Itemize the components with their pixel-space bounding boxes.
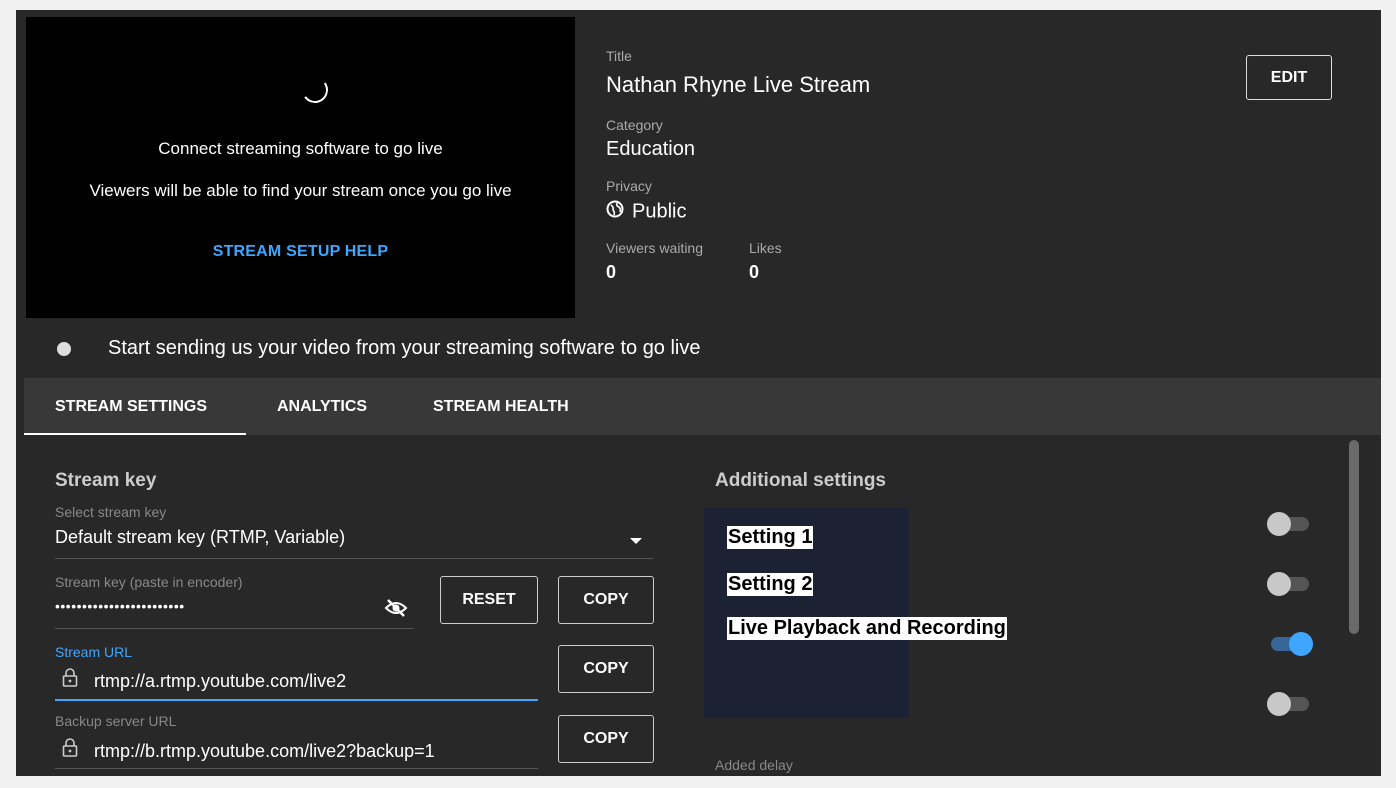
edit-button[interactable]: EDIT [1246,55,1332,100]
privacy-text: Public [632,200,687,223]
preview-message: Connect streaming software to go live [158,139,443,158]
stream-key-underline [55,628,414,629]
backup-url-input[interactable]: rtmp://b.rtmp.youtube.com/live2?backup=1 [94,741,435,762]
lock-icon [62,738,78,763]
lock-icon [62,668,78,693]
setting-1-label: Setting 1 [727,526,814,549]
stream-url-underline [55,699,538,701]
preview-sub-message: Viewers will be able to find your stream… [89,181,512,200]
copy-backup-url-button[interactable]: COPY [558,715,654,763]
tab-analytics[interactable]: ANALYTICS [277,378,367,435]
stream-url-label: Stream URL [55,644,133,660]
setting-1-toggle[interactable] [1267,511,1313,537]
stream-url-input[interactable]: rtmp://a.rtmp.youtube.com/live2 [94,671,346,692]
category-label: Category [606,117,663,133]
copy-stream-url-button[interactable]: COPY [558,645,654,693]
scrollbar-thumb[interactable] [1349,440,1359,634]
active-tab-indicator [24,433,246,435]
tab-stream-settings[interactable]: STREAM SETTINGS [55,378,207,435]
loading-spinner-icon [299,74,331,106]
select-underline [55,558,653,559]
reset-button[interactable]: RESET [440,576,538,624]
setting-4-toggle[interactable] [1267,691,1313,717]
stream-key-heading: Stream key [55,470,157,491]
copy-stream-key-button[interactable]: COPY [558,576,654,624]
stream-key-input[interactable]: •••••••••••••••••••••••• [55,598,185,614]
viewers-waiting-label: Viewers waiting [606,240,704,256]
privacy-label: Privacy [606,178,652,194]
select-stream-key-label: Select stream key [55,504,167,520]
likes-count: 0 [749,262,760,282]
tab-bar: STREAM SETTINGS ANALYTICS STREAM HEALTH [24,378,1381,435]
stream-key-label: Stream key (paste in encoder) [55,574,243,590]
likes-label: Likes [749,240,782,256]
privacy-value: Public [606,200,686,224]
added-delay-label: Added delay [715,757,793,773]
backup-url-underline [55,768,538,769]
status-indicator-icon [57,342,71,356]
live-control-room: Connect streaming software to go live Vi… [16,10,1381,776]
dropdown-arrow-icon[interactable] [630,538,642,544]
globe-icon [606,200,624,224]
stream-category: Education [606,138,695,160]
live-playback-label: Live Playback and Recording [727,617,1007,640]
viewers-waiting-count: 0 [606,262,617,282]
stream-key-select[interactable]: Default stream key (RTMP, Variable) [55,527,345,548]
stream-preview: Connect streaming software to go live Vi… [26,17,575,318]
tab-stream-health[interactable]: STREAM HEALTH [433,378,569,435]
setting-2-toggle[interactable] [1267,571,1313,597]
backup-url-label: Backup server URL [55,713,177,729]
setting-2-label: Setting 2 [727,573,814,596]
additional-settings-heading: Additional settings [715,470,886,491]
status-message: Start sending us your video from your st… [108,337,701,359]
visibility-off-icon[interactable] [384,597,408,624]
live-playback-toggle[interactable] [1267,631,1313,657]
stream-setup-help-link[interactable]: STREAM SETUP HELP [26,243,575,261]
title-label: Title [606,48,632,64]
stream-title: Nathan Rhyne Live Stream [606,72,871,97]
